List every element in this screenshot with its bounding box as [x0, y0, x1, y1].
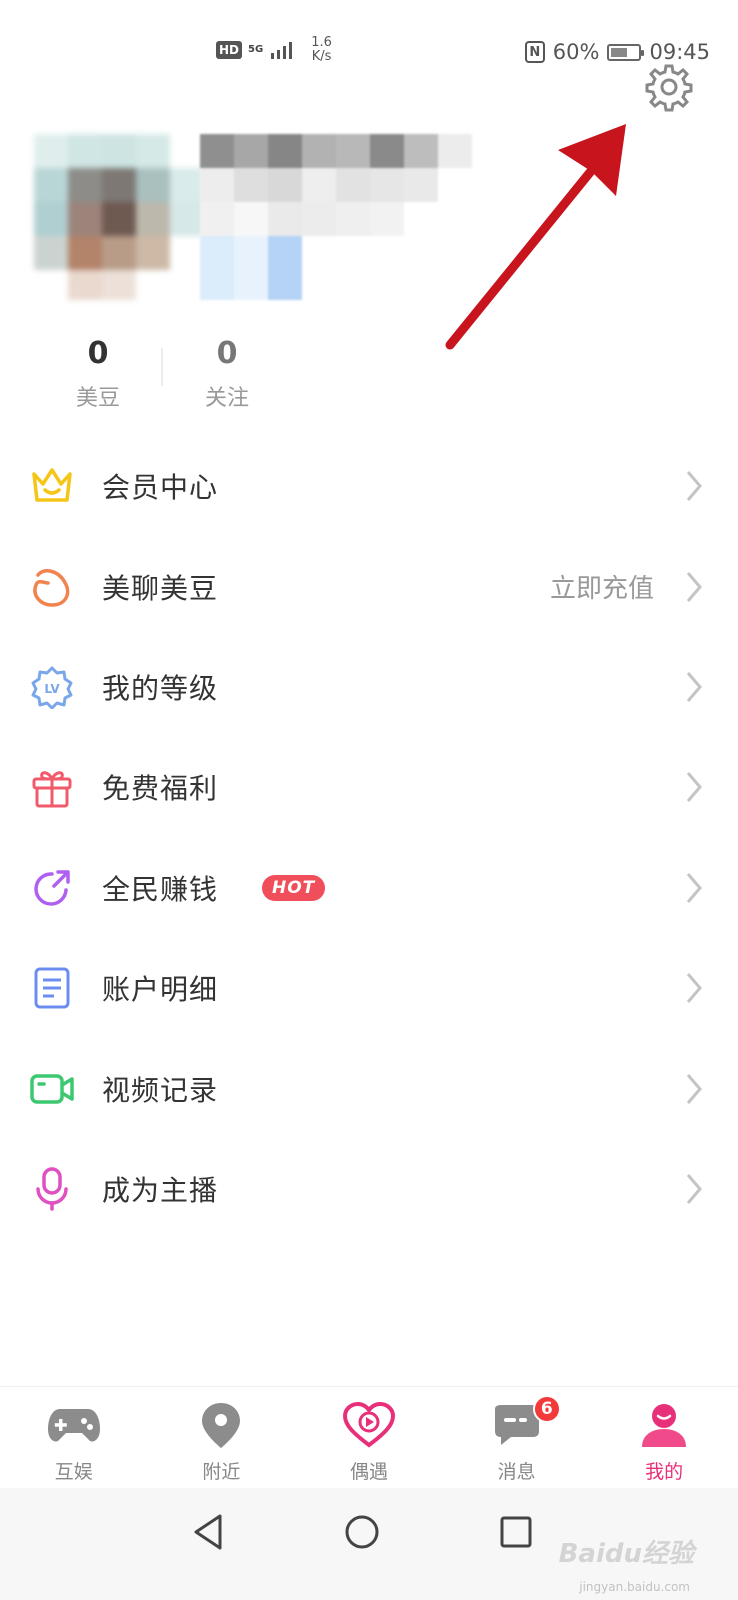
tab-label: 我的: [645, 1461, 684, 1483]
level-badge-icon: LV: [31, 666, 73, 709]
chevron-right-icon: [686, 973, 702, 1004]
tab-encounter[interactable]: 偶遇: [295, 1387, 443, 1488]
gamepad-icon: [47, 1409, 100, 1442]
menu-item-label: 全民赚钱: [102, 872, 219, 906]
menu-item-account-details[interactable]: 账户明细: [0, 938, 738, 1038]
menu-list: 会员中心 美聊美豆 立即充值 LV 我的等级 免费福利 全民赚钱 HOT 账户明…: [0, 436, 738, 1239]
tab-label: 消息: [497, 1461, 536, 1483]
stat-beans[interactable]: 0 美豆: [43, 336, 153, 412]
hd-indicator: HD: [216, 41, 243, 59]
battery-percent: 60%: [552, 40, 600, 64]
network-type: 5G: [248, 45, 263, 55]
stat-value: 0: [216, 336, 238, 371]
battery-icon: [607, 43, 645, 61]
menu-item-label: 视频记录: [102, 1073, 219, 1107]
menu-item-level[interactable]: LV 我的等级: [0, 637, 738, 737]
status-right: N 60% 09:45: [524, 40, 710, 64]
menu-item-label: 成为主播: [102, 1173, 219, 1207]
location-pin-icon: [202, 1403, 241, 1448]
battery-fill: [611, 47, 628, 57]
document-icon: [34, 967, 70, 1009]
chevron-right-icon: [686, 1073, 702, 1104]
menu-item-label: 美聊美豆: [102, 571, 219, 605]
share-arrow-icon: [34, 870, 70, 906]
menu-item-free-benefits[interactable]: 免费福利: [0, 737, 738, 837]
chevron-right-icon: [686, 1173, 702, 1204]
menu-item-earn-money[interactable]: 全民赚钱 HOT: [0, 838, 738, 938]
hot-badge: HOT: [262, 874, 326, 901]
signal-icon: [271, 42, 293, 59]
bottom-tab-bar: 互娱 附近 偶遇 6 消息 我的: [0, 1386, 738, 1488]
heart-play-icon: [342, 1401, 395, 1448]
back-triangle-icon[interactable]: [186, 1510, 230, 1554]
menu-item-label: 我的等级: [102, 671, 219, 705]
speed-value: 1.6: [311, 35, 332, 50]
stat-label: 关注: [204, 386, 249, 411]
home-circle-icon[interactable]: [340, 1510, 384, 1554]
tab-entertainment[interactable]: 互娱: [0, 1387, 148, 1488]
tab-label: 附近: [202, 1461, 241, 1483]
stat-value: 0: [87, 336, 109, 371]
watermark-url: jingyan.baidu.com: [579, 1580, 690, 1594]
status-bar: HD 5G 1.6 K/s N 60% 09:45: [0, 0, 738, 100]
svg-text:LV: LV: [44, 682, 60, 696]
tab-messages[interactable]: 6 消息: [443, 1387, 591, 1488]
stat-divider: [161, 348, 163, 386]
status-left: HD 5G 1.6 K/s: [216, 36, 332, 64]
menu-item-beans[interactable]: 美聊美豆 立即充值: [0, 536, 738, 636]
bean-icon: [33, 568, 70, 607]
tab-label: 偶遇: [349, 1461, 388, 1483]
avatar[interactable]: [30, 98, 204, 308]
network-speed: 1.6 K/s: [311, 36, 332, 64]
tab-me[interactable]: 我的: [590, 1387, 738, 1488]
recharge-link[interactable]: 立即充值: [550, 568, 654, 605]
annotation-arrow-icon: [445, 124, 626, 350]
unread-badge: 6: [532, 1395, 561, 1423]
nfc-icon: N: [524, 41, 545, 63]
system-nav-bar: Baidu经验 jingyan.baidu.com: [0, 1488, 738, 1600]
network-type-label: 5G: [248, 44, 264, 55]
speed-unit: K/s: [311, 49, 332, 64]
stat-following[interactable]: 0 关注: [172, 336, 282, 412]
clock: 09:45: [649, 40, 710, 64]
menu-item-video-records[interactable]: 视频记录: [0, 1038, 738, 1138]
menu-item-become-host[interactable]: 成为主播: [0, 1139, 738, 1239]
user-icon: [642, 1404, 687, 1447]
tab-label: 互娱: [54, 1461, 93, 1483]
chevron-right-icon: [686, 671, 702, 702]
gift-icon: [32, 771, 72, 808]
video-camera-icon: [30, 1073, 74, 1104]
chevron-right-icon: [686, 872, 702, 903]
recents-square-icon[interactable]: [494, 1510, 538, 1554]
crown-icon: [32, 468, 72, 502]
menu-item-label: 会员中心: [102, 471, 219, 505]
stat-label: 美豆: [75, 386, 120, 411]
microphone-icon: [36, 1167, 68, 1211]
tab-nearby[interactable]: 附近: [148, 1387, 296, 1488]
watermark: Baidu经验: [558, 1539, 694, 1569]
chevron-right-icon: [686, 471, 702, 502]
menu-item-label: 免费福利: [102, 772, 219, 806]
chevron-right-icon: [686, 571, 702, 602]
settings-gear-icon[interactable]: [644, 62, 694, 112]
chevron-right-icon: [686, 772, 702, 803]
menu-item-label: 账户明细: [102, 973, 219, 1007]
menu-item-vip-center[interactable]: 会员中心: [0, 436, 738, 536]
